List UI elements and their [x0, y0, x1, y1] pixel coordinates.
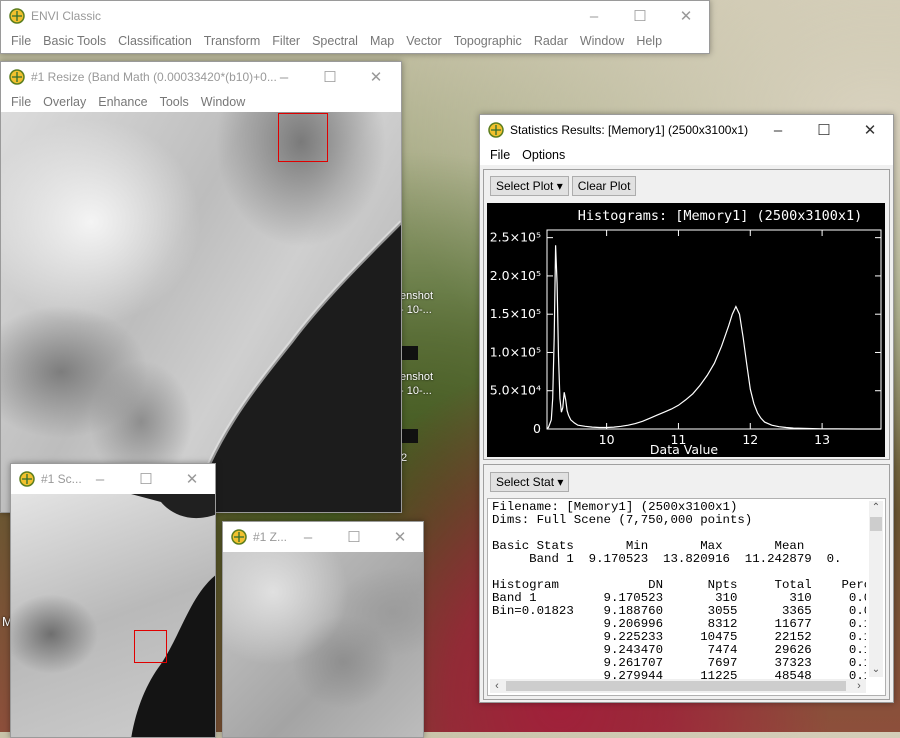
scroll-water-body — [131, 494, 215, 737]
envi-logo-icon — [231, 529, 247, 545]
desktop-icon[interactable] — [402, 346, 418, 360]
minimize-icon[interactable]: – — [261, 62, 307, 92]
scroll-window: #1 Sc... – ☐ ✕ — [10, 463, 216, 738]
select-plot-button[interactable]: Select Plot ▾ — [490, 176, 569, 196]
horizontal-scrollbar[interactable]: ‹ › — [490, 679, 866, 693]
menu-spectral[interactable]: Spectral — [306, 34, 364, 48]
desktop-icon-label[interactable]: enshot — [400, 290, 433, 302]
stats-text-area[interactable]: Filename: [Memory1] (2500x3100x1) Dims: F… — [487, 498, 886, 696]
image-window-titlebar[interactable]: #1 Resize (Band Math (0.00033420*(b10)+0… — [1, 62, 401, 92]
image-window: #1 Resize (Band Math (0.00033420*(b10)+0… — [0, 61, 402, 513]
x-tick-label: 12 — [742, 432, 758, 447]
image-display[interactable] — [1, 112, 401, 512]
window-title: ENVI Classic — [31, 9, 102, 23]
envi-main-titlebar[interactable]: ENVI Classic – ☐ ✕ — [1, 1, 709, 31]
menu-topographic[interactable]: Topographic — [448, 34, 528, 48]
stats-menubar: File Options — [480, 145, 893, 165]
window-title: #1 Resize (Band Math (0.00033420*(b10)+0… — [31, 70, 277, 84]
main-menubar: File Basic Tools Classification Transfor… — [1, 31, 709, 51]
scroll-up-icon[interactable]: ⌃ — [869, 501, 883, 515]
close-icon[interactable]: ✕ — [847, 115, 893, 145]
menu-basic-tools[interactable]: Basic Tools — [37, 34, 112, 48]
menu-help[interactable]: Help — [630, 34, 668, 48]
zoom-window-titlebar[interactable]: #1 Z... – ☐ ✕ — [223, 522, 423, 552]
menu-transform[interactable]: Transform — [198, 34, 267, 48]
y-tick-label: 1.0×10⁵ — [490, 344, 541, 359]
scroll-left-icon[interactable]: ‹ — [490, 679, 504, 693]
menu-radar[interactable]: Radar — [528, 34, 574, 48]
zoom-box-indicator[interactable] — [278, 113, 328, 162]
window-title: #1 Sc... — [41, 472, 82, 486]
y-tick-label: 1.5×10⁵ — [490, 306, 541, 321]
minimize-icon[interactable]: – — [285, 522, 331, 552]
menu-overlay[interactable]: Overlay — [37, 95, 92, 109]
y-tick-label: 0 — [533, 421, 541, 436]
chart-title: Histograms: [Memory1] (2500x3100x1) — [578, 208, 862, 224]
y-tick-label: 2.0×10⁵ — [490, 268, 541, 283]
minimize-icon[interactable]: – — [77, 464, 123, 494]
close-icon[interactable]: ✕ — [169, 464, 215, 494]
x-tick-label: 10 — [599, 432, 615, 447]
plot-panel: Select Plot ▾ Clear Plot Histograms: [Mem… — [483, 169, 890, 460]
window-title: Statistics Results: [Memory1] (2500x3100… — [510, 123, 749, 137]
envi-main-window: ENVI Classic – ☐ ✕ File Basic Tools Clas… — [0, 0, 710, 54]
y-tick-label: 2.5×10⁵ — [490, 230, 541, 245]
statistics-window: Statistics Results: [Memory1] (2500x3100… — [479, 114, 894, 703]
desktop-icon-label[interactable]: enshot — [400, 371, 433, 383]
envi-logo-icon — [488, 122, 504, 138]
scroll-thumb[interactable] — [506, 681, 846, 691]
menu-enhance[interactable]: Enhance — [92, 95, 153, 109]
menu-window[interactable]: Window — [195, 95, 251, 109]
scroll-down-icon[interactable]: ⌄ — [869, 663, 883, 677]
menu-map[interactable]: Map — [364, 34, 400, 48]
vertical-scrollbar[interactable]: ⌃ ⌄ — [869, 501, 883, 677]
scroll-image-display[interactable] — [11, 494, 215, 737]
y-tick-label: 5.0×10⁴ — [490, 383, 541, 398]
x-axis-label: Data Value — [650, 442, 718, 457]
histogram-plot[interactable]: Histograms: [Memory1] (2500x3100x1)10 11 1… — [487, 203, 885, 457]
close-icon[interactable]: ✕ — [353, 62, 399, 92]
scroll-view-box[interactable] — [134, 630, 167, 663]
water-body — [189, 220, 401, 512]
menu-tools[interactable]: Tools — [154, 95, 195, 109]
menu-options[interactable]: Options — [516, 148, 571, 162]
x-tick-label: 13 — [814, 432, 830, 447]
menu-vector[interactable]: Vector — [400, 34, 447, 48]
menu-filter[interactable]: Filter — [266, 34, 306, 48]
menu-file[interactable]: File — [5, 95, 37, 109]
envi-logo-icon — [9, 8, 25, 24]
close-icon[interactable]: ✕ — [663, 1, 709, 31]
maximize-icon[interactable]: ☐ — [617, 1, 663, 31]
stats-window-titlebar[interactable]: Statistics Results: [Memory1] (2500x3100… — [480, 115, 893, 145]
stats-text-panel: Select Stat ▾ Filename: [Memory1] (2500x… — [483, 464, 890, 700]
window-title: #1 Z... — [253, 530, 288, 544]
close-icon[interactable]: ✕ — [377, 522, 423, 552]
scroll-right-icon[interactable]: › — [852, 679, 866, 693]
scroll-window-titlebar[interactable]: #1 Sc... – ☐ ✕ — [11, 464, 215, 494]
menu-window[interactable]: Window — [574, 34, 630, 48]
clear-plot-button[interactable]: Clear Plot — [571, 176, 637, 196]
select-stat-button[interactable]: Select Stat ▾ — [490, 472, 570, 492]
scroll-thumb[interactable] — [870, 517, 882, 531]
minimize-icon[interactable]: – — [755, 115, 801, 145]
desktop-icon[interactable] — [402, 429, 418, 443]
maximize-icon[interactable]: ☐ — [801, 115, 847, 145]
stats-text-line: Dims: Full Scene (7,750,000 points) — [492, 513, 753, 527]
desktop-icon-label[interactable]: - 10-... — [400, 385, 432, 397]
envi-logo-icon — [9, 69, 25, 85]
menu-file[interactable]: File — [484, 148, 516, 162]
menu-classification[interactable]: Classification — [112, 34, 198, 48]
zoom-image-display[interactable] — [223, 552, 423, 737]
desktop-icon-label[interactable]: - 10-... — [400, 304, 432, 316]
minimize-icon[interactable]: – — [571, 1, 617, 31]
menu-file[interactable]: File — [5, 34, 37, 48]
maximize-icon[interactable]: ☐ — [331, 522, 377, 552]
stats-text-content: Filename: [Memory1] (2500x3100x1) Dims: F… — [492, 501, 866, 683]
maximize-icon[interactable]: ☐ — [307, 62, 353, 92]
stats-text-line: Band 1 9.170523 13.820916 11.242879 0. — [492, 552, 842, 566]
image-menubar: File Overlay Enhance Tools Window — [1, 92, 401, 112]
zoom-window: #1 Z... – ☐ ✕ — [222, 521, 424, 738]
envi-logo-icon — [19, 471, 35, 487]
maximize-icon[interactable]: ☐ — [123, 464, 169, 494]
